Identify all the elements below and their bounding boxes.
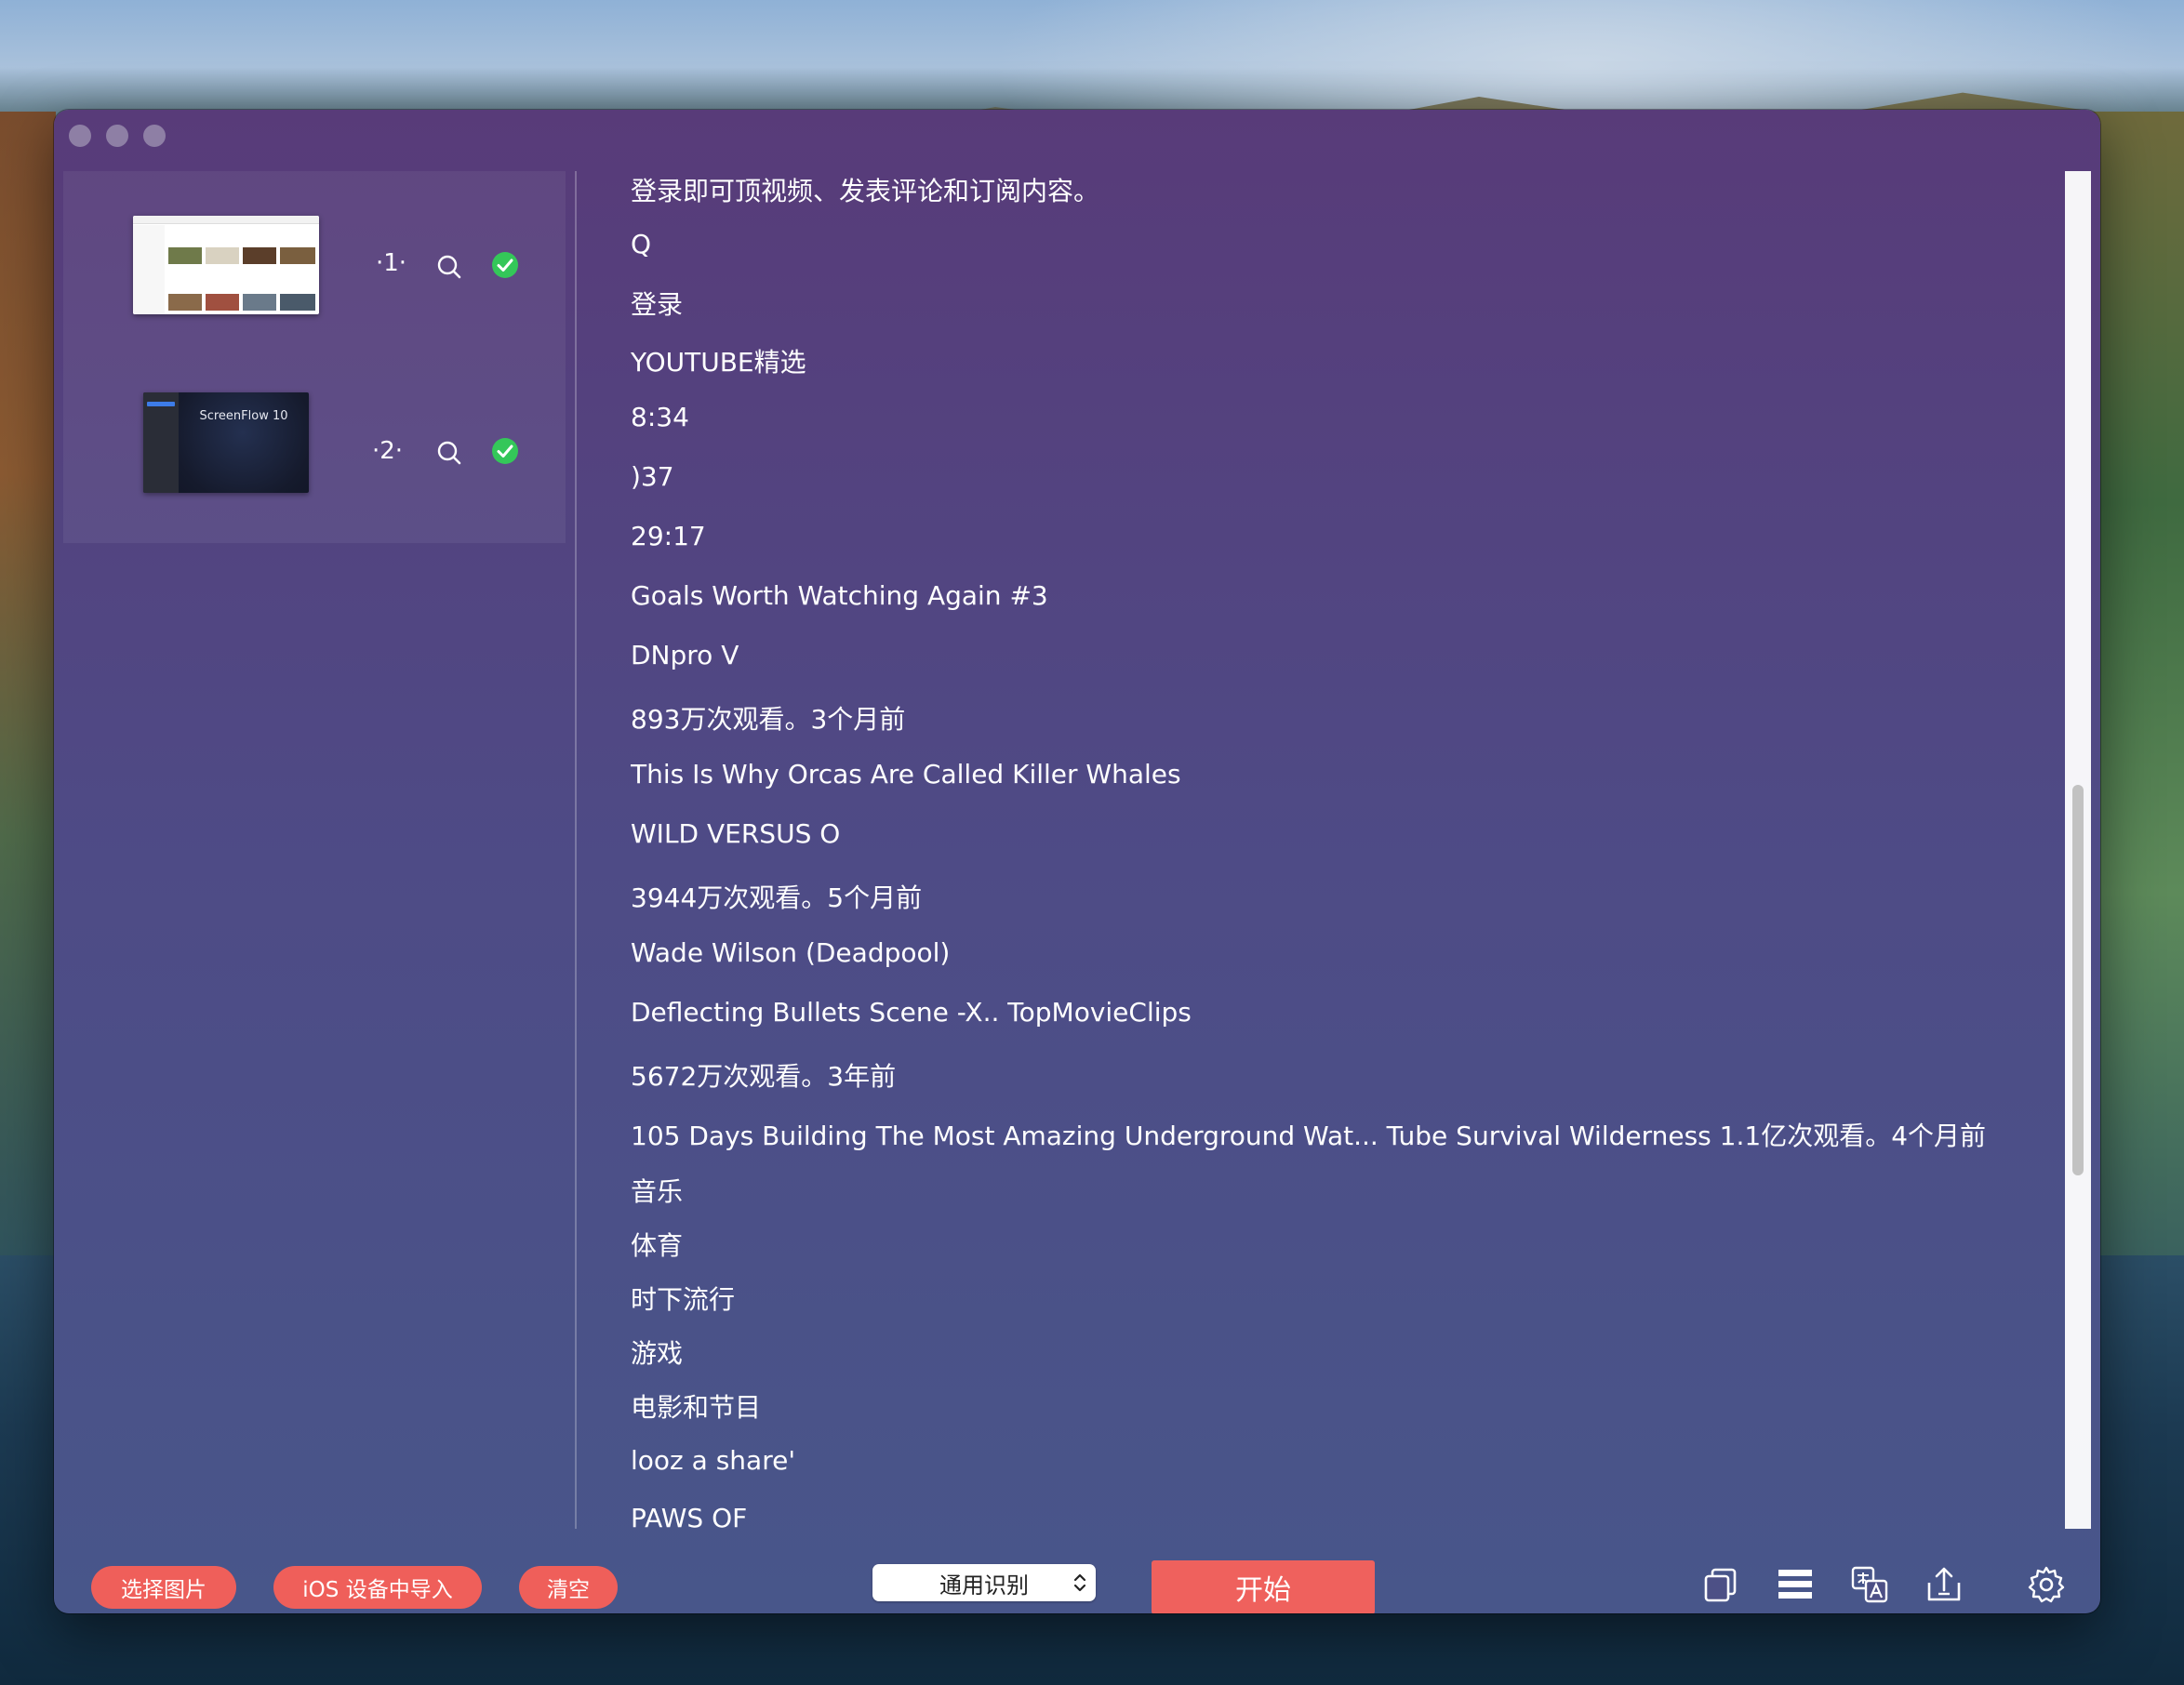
result-line: This Is Why Orcas Are Called Killer Whal…	[631, 759, 1181, 789]
coast-right	[2091, 112, 2184, 1413]
recognition-mode-value: 通用识别	[939, 1572, 1029, 1599]
image-thumbnail-1[interactable]	[133, 216, 319, 314]
coast-left	[0, 112, 56, 1320]
select-image-button[interactable]: 选择图片	[91, 1566, 236, 1609]
zoom-window-button[interactable]	[143, 125, 166, 147]
chevron-up-down-icon	[1073, 1573, 1086, 1592]
minimize-window-button[interactable]	[106, 125, 128, 147]
result-line: 8:34	[631, 402, 689, 432]
search-icon[interactable]	[435, 253, 463, 281]
result-line: Goals Worth Watching Again #3	[631, 580, 1048, 611]
check-circle-icon	[492, 438, 518, 464]
copy-icon[interactable]	[1700, 1564, 1741, 1605]
result-line: 29:17	[631, 521, 706, 551]
image-list-item-2[interactable]: ScreenFlow 10 ·2·	[63, 353, 566, 539]
result-line: WILD VERSUS O	[631, 818, 841, 849]
app-window: ·1· ScreenFlow 10 ·2· 登录即可顶视频、发表评论和订阅内容。…	[54, 110, 2100, 1613]
result-line: 3944万次观看。5个月前	[631, 882, 923, 913]
result-line: 893万次观看。3个月前	[631, 704, 906, 735]
pane-divider[interactable]	[575, 171, 577, 1529]
export-icon[interactable]	[1924, 1564, 1964, 1605]
image-index-label: ·1·	[376, 249, 407, 277]
result-line: 游戏	[631, 1338, 684, 1369]
check-circle-icon	[492, 252, 518, 278]
result-line: 音乐	[631, 1176, 684, 1207]
result-scrollbar[interactable]	[2065, 171, 2091, 1529]
result-line: Q	[631, 229, 652, 259]
gear-icon[interactable]	[2026, 1564, 2067, 1605]
image-index-label: ·2·	[372, 437, 404, 465]
result-line: DNpro V	[631, 640, 739, 670]
result-line: Wade Wilson (Deadpool)	[631, 937, 951, 968]
result-line: 登录	[631, 289, 684, 320]
result-line: 电影和节目	[631, 1392, 762, 1423]
close-window-button[interactable]	[69, 125, 91, 147]
recognition-mode-select[interactable]: 通用识别	[872, 1564, 1096, 1601]
window-controls	[69, 125, 166, 147]
list-icon[interactable]	[1775, 1564, 1816, 1605]
thumbnail-title: ScreenFlow 10	[199, 409, 288, 423]
result-line: 105 Days Building The Most Amazing Under…	[631, 1121, 1987, 1151]
start-button[interactable]: 开始	[1152, 1560, 1375, 1613]
ocr-result-text[interactable]: 登录即可顶视频、发表评论和订阅内容。 Q 登录 YOUTUBE精选 8:34 )…	[631, 162, 2063, 1529]
result-line: )37	[631, 461, 674, 492]
bottom-toolbar: 选择图片 iOS 设备中导入 清空 通用识别 开始	[54, 1532, 2100, 1613]
search-icon[interactable]	[435, 439, 463, 467]
result-line: PAWS OF	[631, 1503, 748, 1529]
result-line: 5672万次观看。3年前	[631, 1061, 897, 1092]
scrollbar-thumb[interactable]	[2072, 785, 2084, 1175]
result-line: YOUTUBE精选	[631, 347, 806, 378]
result-line: 时下流行	[631, 1284, 736, 1315]
result-line: 登录即可顶视频、发表评论和订阅内容。	[631, 176, 1100, 206]
image-list-sidebar: ·1· ScreenFlow 10 ·2·	[63, 171, 566, 1529]
image-thumbnail-2[interactable]: ScreenFlow 10	[143, 392, 309, 493]
clear-button[interactable]: 清空	[519, 1566, 618, 1609]
translate-icon[interactable]	[1849, 1564, 1890, 1605]
result-line: Deflecting Bullets Scene -X.. TopMovieCl…	[631, 997, 1192, 1028]
result-line: 体育	[631, 1230, 684, 1261]
ios-import-button[interactable]: iOS 设备中导入	[273, 1566, 482, 1609]
image-list-item-1[interactable]: ·1·	[63, 171, 566, 357]
result-line: looz a share'	[631, 1445, 796, 1476]
